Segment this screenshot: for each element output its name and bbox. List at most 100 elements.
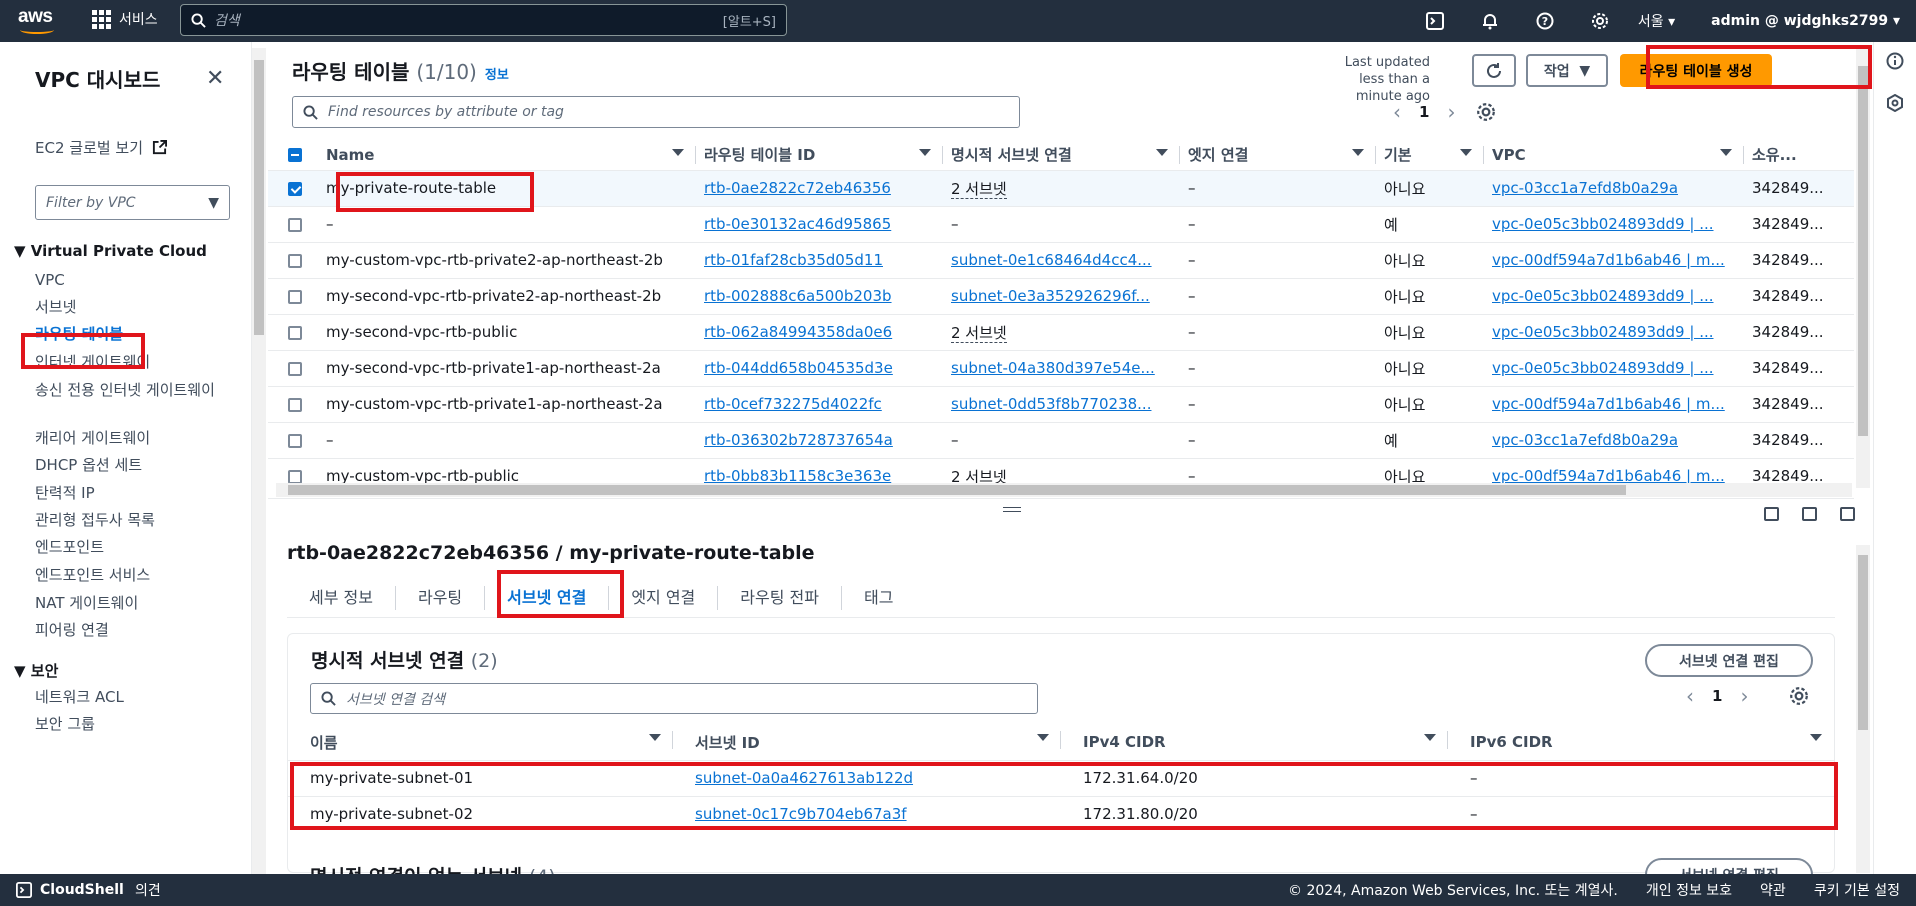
feedback-link[interactable]: 의견 [135, 880, 161, 900]
column-header-route-table-id[interactable]: 라우팅 테이블 ID [696, 140, 943, 171]
column-header-subnet-id[interactable]: 서브넷 ID [673, 725, 1061, 761]
resize-handle-icon[interactable] [1003, 507, 1021, 512]
sidebar-item-nat-gateways[interactable]: NAT 게이트웨이 [35, 592, 235, 615]
tab-routes[interactable]: 라우팅 [396, 585, 486, 610]
cookie-preferences-link[interactable]: 쿠키 기본 설정 [1814, 880, 1900, 900]
page-number[interactable]: 1 [1419, 103, 1429, 121]
table-row[interactable]: – rtb-0e30132ac46d95865 – – 예 vpc-0e05c3bb024… [268, 205, 1854, 242]
row-checkbox[interactable] [288, 325, 302, 340]
sidebar-item-vpc[interactable]: VPC [35, 269, 235, 292]
column-header-edge[interactable]: 엣지 연결 [1180, 140, 1376, 171]
sidebar-item-endpoints[interactable]: 엔드포인트 [35, 536, 235, 559]
services-menu-button[interactable]: 서비스 [92, 9, 158, 29]
tab-subnet-associations[interactable]: 서브넷 연결 [485, 585, 610, 610]
column-header-owner[interactable]: 소유... [1744, 140, 1854, 171]
section-security[interactable]: ▼ 보안 [14, 660, 58, 681]
sidebar-item-elastic-ips[interactable]: 탄력적 IP [35, 482, 235, 505]
edit-subnet-associations-button[interactable]: 서브넷 연결 편집 [1645, 644, 1813, 677]
refresh-button[interactable] [1472, 54, 1516, 87]
info-link[interactable]: 정보 [485, 68, 509, 83]
table-preferences-gear-icon[interactable] [1789, 686, 1809, 710]
tab-details[interactable]: 세부 정보 [287, 585, 396, 610]
row-checkbox[interactable] [288, 433, 302, 448]
create-route-table-button[interactable]: 라우팅 테이블 생성 [1620, 54, 1772, 87]
vpc-link[interactable]: vpc-00df594a7d1b6ab46 | m... [1492, 251, 1725, 269]
find-resources-input[interactable]: Find resources by attribute or tag [292, 96, 1020, 128]
table-row[interactable]: my-custom-vpc-rtb-private1-ap-northeast-… [268, 385, 1854, 422]
sidebar-item-egress-only-igw[interactable]: 송신 전용 인터넷 게이트웨이 [35, 379, 235, 402]
table-row[interactable]: my-custom-vpc-rtb-private2-ap-northeast-… [268, 241, 1854, 278]
table-row[interactable]: my-private-route-table rtb-0ae2822c72eb46… [268, 169, 1854, 206]
route-table-id-link[interactable]: rtb-0cef732275d4022fc [704, 395, 882, 413]
select-all-checkbox[interactable] [288, 148, 302, 163]
table-row[interactable]: – rtb-036302b728737654a – – 예 vpc-03cc1a7efd8… [268, 421, 1854, 458]
panel-maximize-icon[interactable] [1840, 507, 1855, 521]
sidebar-item-dhcp-option-sets[interactable]: DHCP 옵션 세트 [35, 454, 235, 477]
route-table-id-link[interactable]: rtb-01faf28cb35d05d11 [704, 251, 883, 269]
explicit-subnet-association[interactable]: subnet-0dd53f8b770238... [951, 395, 1151, 413]
cloudshell-button[interactable]: CloudShell [16, 882, 124, 898]
tab-route-propagation[interactable]: 라우팅 전파 [718, 585, 842, 610]
vpc-link[interactable]: vpc-0e05c3bb024893dd9 | ... [1492, 215, 1714, 233]
prev-page-icon[interactable]: ‹ [1393, 100, 1401, 124]
region-selector[interactable]: 서울 ▾ [1628, 11, 1693, 31]
vpc-link[interactable]: vpc-0e05c3bb024893dd9 | ... [1492, 287, 1714, 305]
route-table-id-link[interactable]: rtb-0ae2822c72eb46356 [704, 179, 891, 197]
terms-link[interactable]: 약관 [1760, 880, 1786, 900]
row-checkbox[interactable] [288, 397, 302, 412]
subnet-id-link[interactable]: subnet-0a0a4627613ab122d [695, 769, 913, 787]
page-number[interactable]: 1 [1712, 687, 1722, 705]
sidebar-item-network-acls[interactable]: 네트워크 ACL [35, 686, 235, 709]
row-checkbox[interactable] [288, 469, 302, 484]
row-checkbox[interactable] [288, 253, 302, 268]
column-header-main[interactable]: 기본 [1376, 140, 1484, 171]
table-row[interactable]: my-second-vpc-rtb-public rtb-062a84994358… [268, 313, 1854, 350]
notifications-bell-icon[interactable] [1463, 12, 1518, 30]
sidebar-item-endpoint-services[interactable]: 엔드포인트 서비스 [35, 564, 235, 587]
route-table-id-link[interactable]: rtb-0e30132ac46d95865 [704, 215, 891, 233]
sidebar-item-carrier-gateways[interactable]: 캐리어 게이트웨이 [35, 427, 235, 450]
vpc-link[interactable]: vpc-0e05c3bb024893dd9 | ... [1492, 359, 1714, 377]
account-menu[interactable]: admin @ wjdghks2799 ▾ [1693, 13, 1916, 29]
explicit-subnet-association[interactable]: subnet-0e3a352926296f... [951, 287, 1150, 305]
tab-edge-associations[interactable]: 엣지 연결 [609, 585, 719, 610]
tab-tags[interactable]: 태그 [842, 586, 915, 610]
row-checkbox[interactable] [288, 217, 302, 232]
table-row[interactable]: my-second-vpc-rtb-private2-ap-northeast-… [268, 277, 1854, 314]
table-horizontal-scrollbar[interactable] [276, 483, 1852, 497]
column-header-ipv4-cidr[interactable]: IPv4 CIDR [1061, 725, 1448, 761]
global-search-input[interactable]: 검색 [알트+S] [180, 4, 787, 36]
column-header-name[interactable]: Name [318, 140, 696, 171]
sidebar-item-route-tables[interactable]: 라우팅 테이블 [35, 323, 235, 346]
actions-dropdown-button[interactable]: 작업 ▼ [1526, 54, 1608, 87]
table-vertical-scrollbar[interactable] [1856, 48, 1870, 488]
privacy-link[interactable]: 개인 정보 보호 [1646, 880, 1732, 900]
vpc-link[interactable]: vpc-0e05c3bb024893dd9 | ... [1492, 323, 1714, 341]
sidebar-item-subnets[interactable]: 서브넷 [35, 296, 235, 319]
vpc-filter-select[interactable]: Filter by VPC ▼ [35, 185, 230, 220]
sidebar-item-internet-gateways[interactable]: 인터넷 게이트웨이 [35, 351, 235, 374]
table-preferences-gear-icon[interactable] [1476, 102, 1496, 126]
vpc-link[interactable]: vpc-03cc1a7efd8b0a29a [1492, 431, 1678, 449]
vpc-link[interactable]: vpc-03cc1a7efd8b0a29a [1492, 179, 1678, 197]
route-table-id-link[interactable]: rtb-036302b728737654a [704, 431, 893, 449]
route-table-id-link[interactable]: rtb-062a84994358da0e6 [704, 323, 892, 341]
sidebar-scrollbar[interactable] [252, 48, 266, 874]
table-row[interactable]: my-second-vpc-rtb-private1-ap-northeast-… [268, 349, 1854, 386]
row-checkbox[interactable] [288, 289, 302, 304]
route-table-id-link[interactable]: rtb-002888c6a500b203b [704, 287, 892, 305]
next-page-icon[interactable]: › [1447, 100, 1455, 124]
section-vpc[interactable]: ▼ Virtual Private Cloud [14, 242, 207, 260]
route-table-id-link[interactable]: rtb-044dd658b04535d3e [704, 359, 893, 377]
subnet-id-link[interactable]: subnet-0c17c9b704eb67a3f [695, 805, 907, 823]
ec2-global-view-link[interactable]: EC2 글로벌 보기 [35, 137, 167, 158]
row-checkbox[interactable] [288, 181, 302, 196]
hexagon-icon[interactable] [1886, 93, 1904, 116]
settings-gear-icon[interactable] [1573, 12, 1628, 30]
column-header-vpc[interactable]: VPC [1484, 140, 1744, 171]
aws-logo[interactable]: aws [18, 6, 58, 36]
next-page-icon[interactable]: › [1740, 684, 1748, 708]
column-header-subnet-name[interactable]: 이름 [288, 725, 673, 761]
row-checkbox[interactable] [288, 361, 302, 376]
detail-vertical-scrollbar[interactable] [1856, 545, 1870, 873]
